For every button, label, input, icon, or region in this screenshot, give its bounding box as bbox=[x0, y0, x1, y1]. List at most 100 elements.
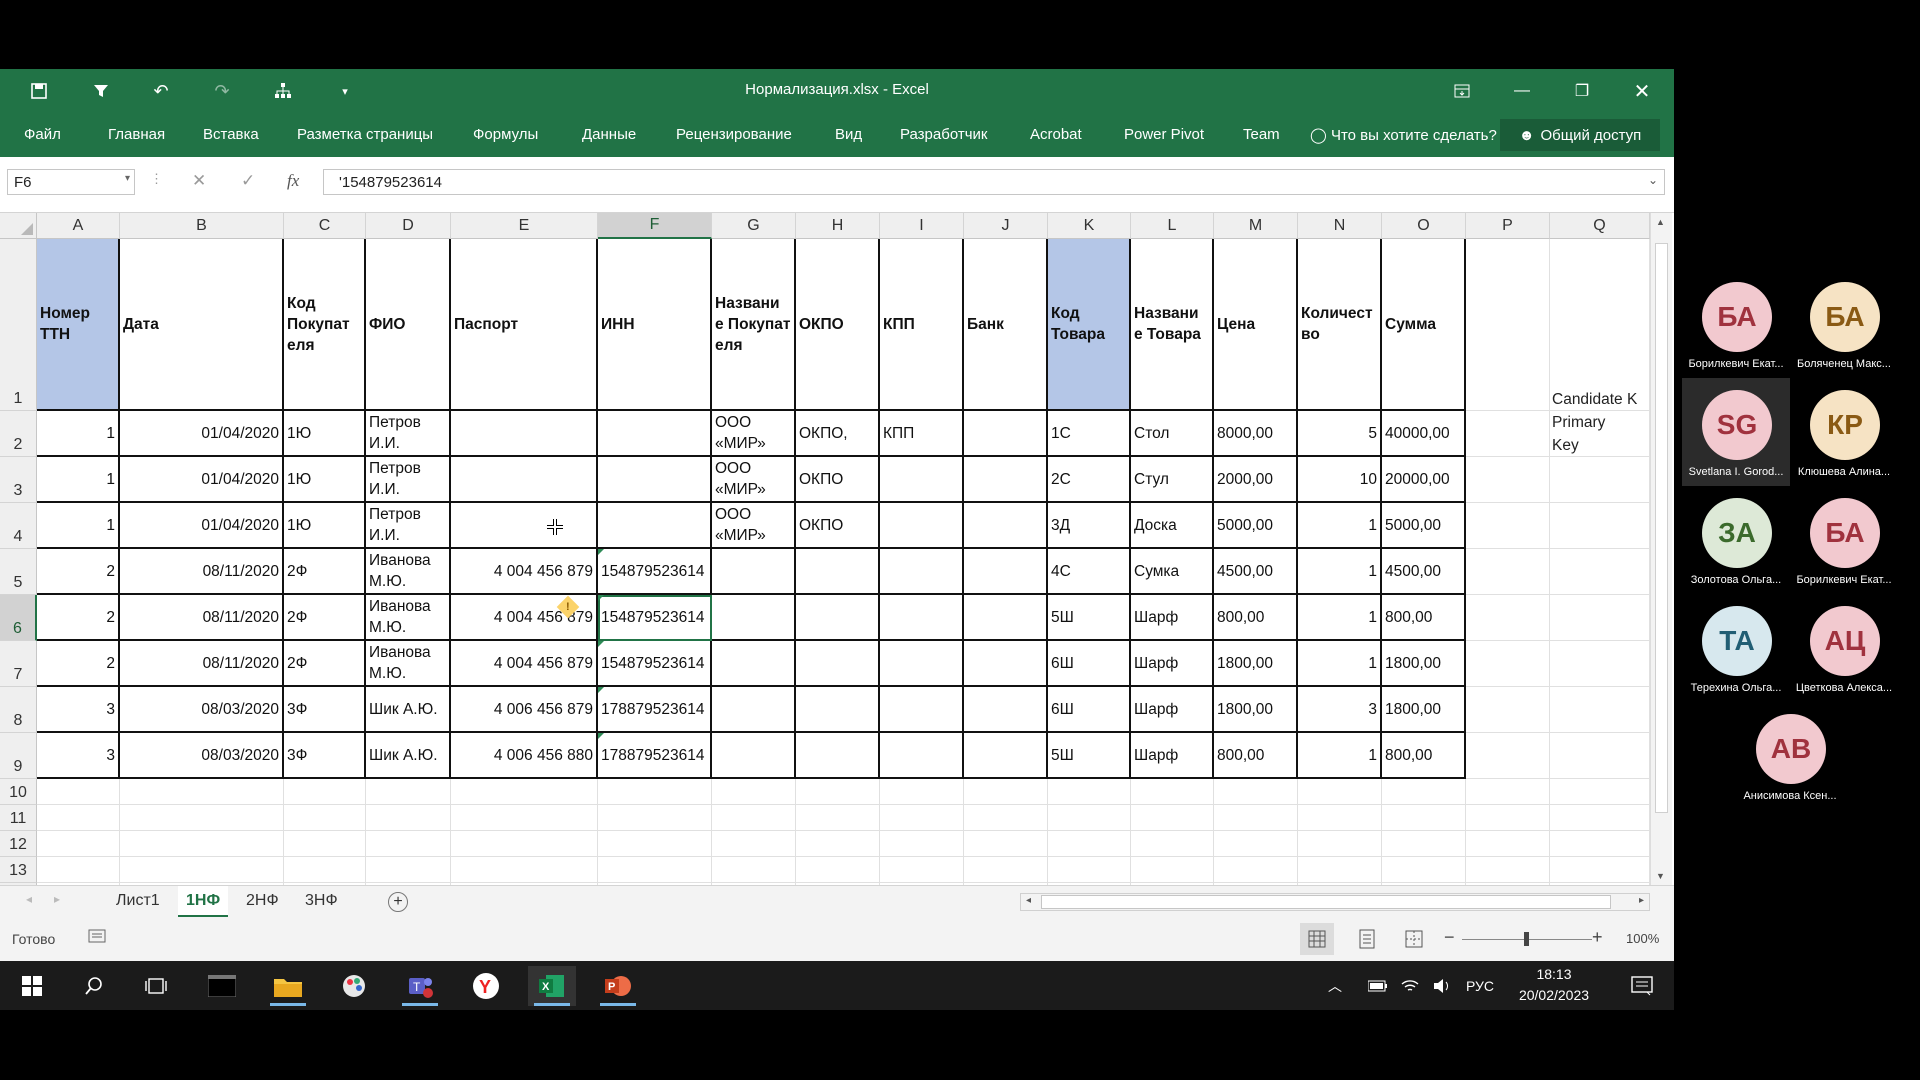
table-cell-e5[interactable]: 4 004 456 879 bbox=[451, 549, 598, 595]
empty-cell[interactable] bbox=[1214, 779, 1298, 805]
column-header-k[interactable]: K bbox=[1048, 213, 1131, 239]
empty-cell[interactable] bbox=[120, 779, 284, 805]
table-cell-f9[interactable]: 178879523614 bbox=[598, 733, 712, 779]
table-cell-e2[interactable] bbox=[451, 411, 598, 457]
zoom-out-icon[interactable]: − bbox=[1444, 927, 1455, 948]
column-header-i[interactable]: I bbox=[880, 213, 964, 239]
empty-cell[interactable] bbox=[964, 805, 1048, 831]
table-cell-a4[interactable]: 1 bbox=[37, 503, 120, 549]
zoom-in-icon[interactable]: + bbox=[1592, 927, 1603, 948]
empty-cell[interactable] bbox=[1466, 503, 1550, 549]
row-header-9[interactable]: 9 bbox=[0, 733, 37, 779]
empty-cell[interactable] bbox=[1382, 779, 1466, 805]
table-cell-f5[interactable]: 154879523614 bbox=[598, 549, 712, 595]
table-cell-h5[interactable] bbox=[796, 549, 880, 595]
empty-cell[interactable] bbox=[1131, 779, 1214, 805]
table-cell-m8[interactable]: 1800,00 bbox=[1214, 687, 1298, 733]
participant-tile[interactable]: АЦ Цветкова Алекса... bbox=[1790, 594, 1898, 702]
table-cell-a6[interactable]: 2 bbox=[37, 595, 120, 641]
table-cell-o2[interactable]: 40000,00 bbox=[1382, 411, 1466, 457]
scroll-left-icon[interactable]: ◂ bbox=[1026, 895, 1031, 906]
empty-cell[interactable] bbox=[1298, 805, 1382, 831]
close-icon[interactable]: ✕ bbox=[1622, 77, 1662, 105]
horizontal-scrollbar[interactable]: ◂ ▸ bbox=[1020, 893, 1650, 911]
column-header-a[interactable]: A bbox=[37, 213, 120, 239]
empty-cell[interactable] bbox=[37, 779, 120, 805]
empty-cell[interactable] bbox=[451, 857, 598, 883]
table-cell-n3[interactable]: 10 bbox=[1298, 457, 1382, 503]
participant-tile[interactable]: ЗА Золотова Ольга... bbox=[1682, 486, 1790, 594]
sheet-tab-3nf[interactable]: 3НФ bbox=[305, 892, 338, 910]
empty-cell[interactable] bbox=[120, 857, 284, 883]
table-cell-a9[interactable]: 3 bbox=[37, 733, 120, 779]
table-cell-k8[interactable]: 6Ш bbox=[1048, 687, 1131, 733]
sheet-tab-list1[interactable]: Лист1 bbox=[116, 892, 160, 910]
formula-input[interactable]: '154879523614 ⌄ bbox=[323, 169, 1665, 195]
column-header-h[interactable]: H bbox=[796, 213, 880, 239]
empty-cell[interactable] bbox=[366, 857, 451, 883]
table-cell-k5[interactable]: 4С bbox=[1048, 549, 1131, 595]
table-cell-n7[interactable]: 1 bbox=[1298, 641, 1382, 687]
empty-cell[interactable] bbox=[796, 831, 880, 857]
table-cell-f6[interactable]: 154879523614 bbox=[598, 595, 712, 641]
header-cell-j[interactable]: Банк bbox=[964, 239, 1048, 411]
tab-power-pivot[interactable]: Power Pivot bbox=[1124, 126, 1204, 143]
name-box[interactable]: F6 ▾ bbox=[7, 169, 135, 195]
table-cell-f8[interactable]: 178879523614 bbox=[598, 687, 712, 733]
task-view-icon[interactable] bbox=[132, 966, 180, 1006]
table-cell-f3[interactable] bbox=[598, 457, 712, 503]
empty-cell[interactable] bbox=[598, 857, 712, 883]
empty-cell[interactable] bbox=[451, 805, 598, 831]
table-cell-g6[interactable] bbox=[712, 595, 796, 641]
table-cell-n5[interactable]: 1 bbox=[1298, 549, 1382, 595]
table-cell-n2[interactable]: 5 bbox=[1298, 411, 1382, 457]
table-cell-h6[interactable] bbox=[796, 595, 880, 641]
sheet-tab-1nf[interactable]: 1НФ bbox=[178, 886, 229, 918]
restore-icon[interactable]: ❐ bbox=[1562, 77, 1602, 105]
empty-cell[interactable] bbox=[712, 857, 796, 883]
header-cell-b[interactable]: Дата bbox=[120, 239, 284, 411]
empty-cell[interactable] bbox=[1214, 857, 1298, 883]
table-cell-c9[interactable]: 3Ф bbox=[284, 733, 366, 779]
header-cell-h[interactable]: ОКПО bbox=[796, 239, 880, 411]
table-cell-d5[interactable]: Иванова М.Ю. bbox=[366, 549, 451, 595]
scroll-down-icon[interactable]: ▼ bbox=[1656, 871, 1665, 881]
table-cell-b5[interactable]: 08/11/2020 bbox=[120, 549, 284, 595]
table-cell-d9[interactable]: Шик А.Ю. bbox=[366, 733, 451, 779]
header-cell-g[interactable]: Названи е Покупат еля bbox=[712, 239, 796, 411]
table-cell-b9[interactable]: 08/03/2020 bbox=[120, 733, 284, 779]
table-cell-a5[interactable]: 2 bbox=[37, 549, 120, 595]
table-cell-j6[interactable] bbox=[964, 595, 1048, 641]
empty-cell[interactable] bbox=[796, 779, 880, 805]
empty-cell[interactable] bbox=[796, 805, 880, 831]
participant-tile[interactable]: БА Боляченец Макс... bbox=[1790, 270, 1898, 378]
table-cell-o9[interactable]: 800,00 bbox=[1382, 733, 1466, 779]
add-sheet-icon[interactable]: + bbox=[388, 892, 408, 912]
macro-record-icon[interactable] bbox=[88, 928, 106, 947]
table-cell-m5[interactable]: 4500,00 bbox=[1214, 549, 1298, 595]
tab-team[interactable]: Team bbox=[1243, 126, 1280, 143]
empty-cell[interactable] bbox=[964, 779, 1048, 805]
participant-tile[interactable]: ТА Терехина Ольга... bbox=[1682, 594, 1790, 702]
empty-cell[interactable] bbox=[1131, 857, 1214, 883]
column-header-b[interactable]: B bbox=[120, 213, 284, 239]
empty-cell[interactable] bbox=[1466, 411, 1550, 457]
scroll-sheets-right-icon[interactable]: ▸ bbox=[54, 892, 60, 906]
empty-cell[interactable] bbox=[1550, 733, 1650, 779]
empty-cell[interactable] bbox=[1550, 595, 1650, 641]
table-cell-i5[interactable] bbox=[880, 549, 964, 595]
header-cell-e[interactable]: Паспорт bbox=[451, 239, 598, 411]
column-header-m[interactable]: M bbox=[1214, 213, 1298, 239]
table-cell-m4[interactable]: 5000,00 bbox=[1214, 503, 1298, 549]
table-cell-e9[interactable]: 4 006 456 880 bbox=[451, 733, 598, 779]
table-cell-e6[interactable]: 4 004 456 879 bbox=[451, 595, 598, 641]
row-header-4[interactable]: 4 bbox=[0, 503, 37, 549]
empty-cell[interactable] bbox=[1048, 831, 1131, 857]
table-cell-o6[interactable]: 800,00 bbox=[1382, 595, 1466, 641]
table-cell-d4[interactable]: Петров И.И. bbox=[366, 503, 451, 549]
table-cell-l8[interactable]: Шарф bbox=[1131, 687, 1214, 733]
empty-cell[interactable] bbox=[880, 805, 964, 831]
minimize-icon[interactable]: — bbox=[1502, 77, 1542, 105]
table-cell-i8[interactable] bbox=[880, 687, 964, 733]
empty-cell[interactable] bbox=[366, 779, 451, 805]
